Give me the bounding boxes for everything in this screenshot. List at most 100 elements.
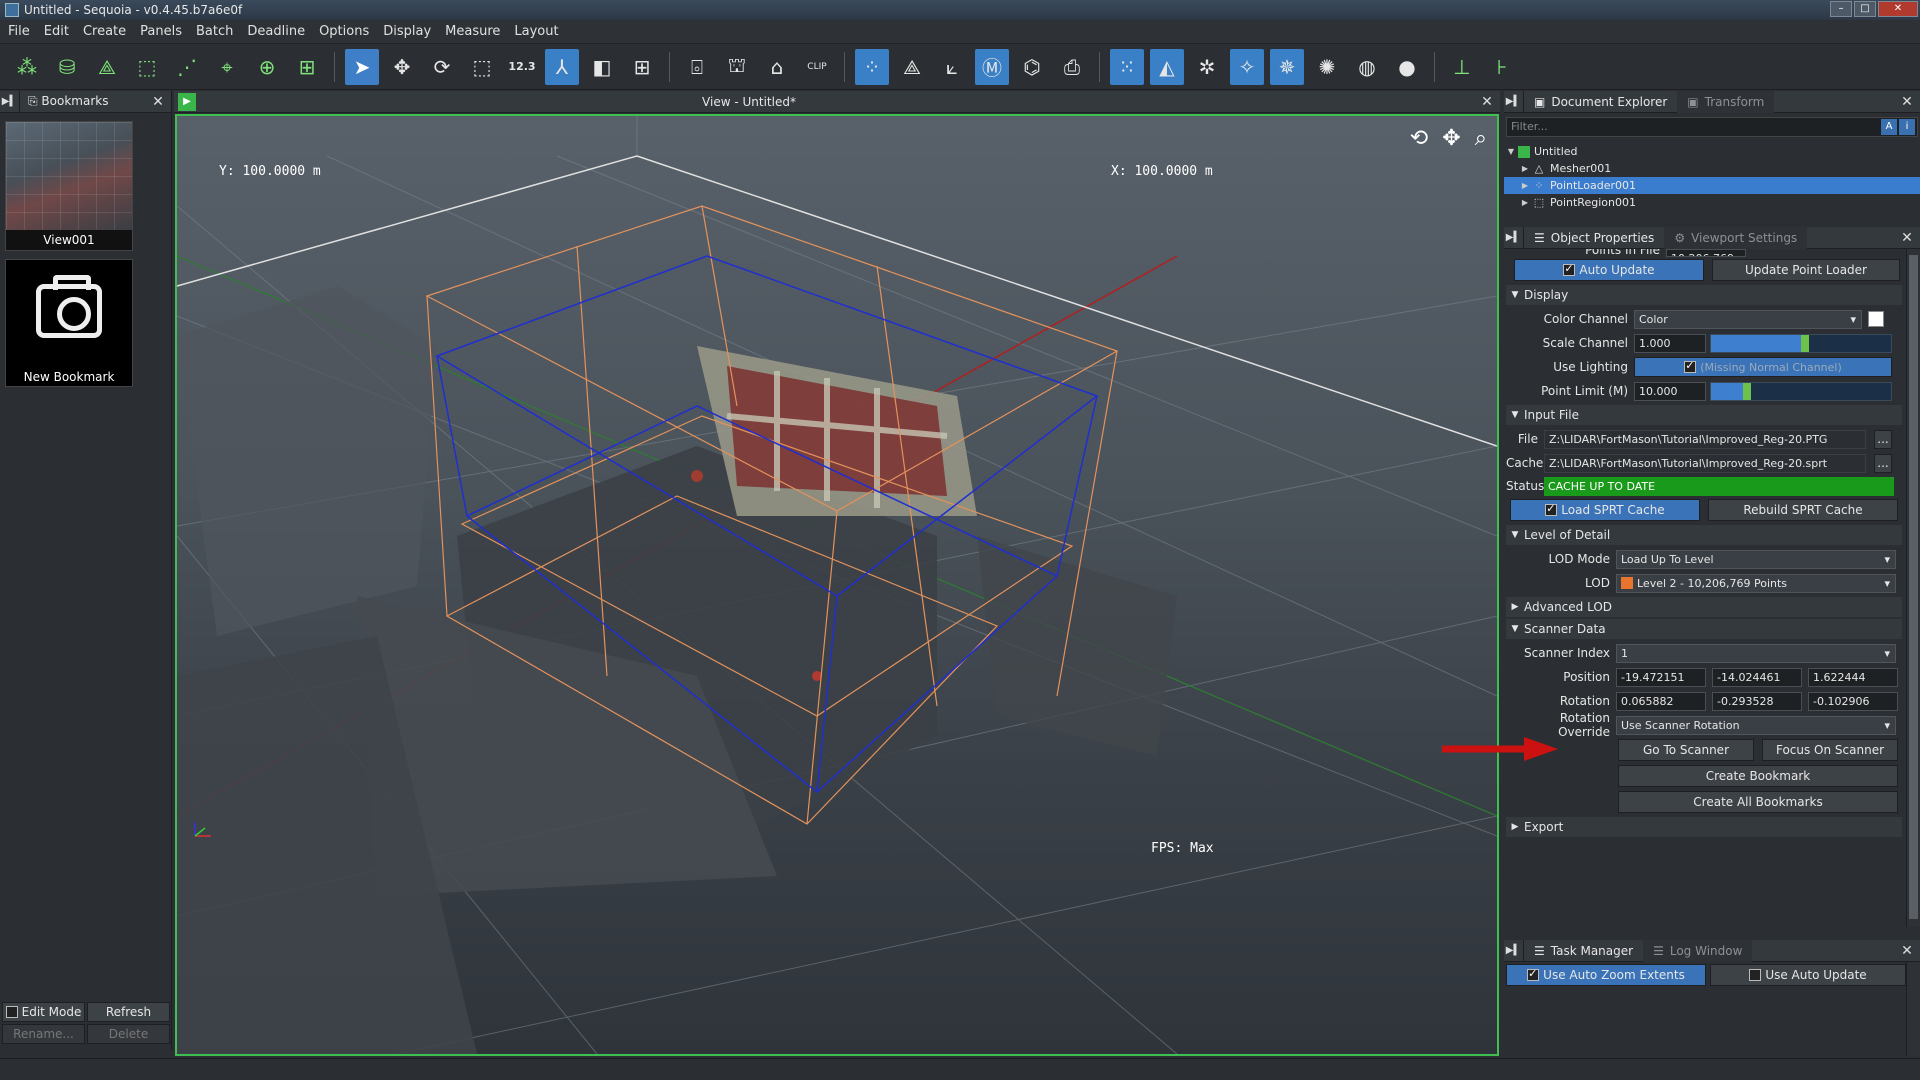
filter-info-icon[interactable]: i — [1899, 119, 1915, 135]
light-settings-icon[interactable]: ✺ — [1310, 49, 1344, 85]
create-group-icon[interactable]: ⊞ — [290, 49, 324, 85]
go-to-scanner-button[interactable]: Go To Scanner — [1618, 739, 1754, 761]
scale-channel-slider[interactable] — [1710, 333, 1892, 353]
menu-layout[interactable]: Layout — [514, 24, 558, 39]
delete-button[interactable]: Delete — [87, 1024, 170, 1044]
cache-browse-button[interactable]: ... — [1874, 453, 1892, 473]
rotation-y-input[interactable]: -0.293528 — [1712, 691, 1802, 711]
menu-display[interactable]: Display — [383, 24, 431, 39]
show-mesh-wire-icon[interactable]: ⟀ — [935, 49, 969, 85]
tab-viewport-settings[interactable]: ⚙ Viewport Settings — [1664, 227, 1808, 249]
properties-scrollbar[interactable] — [1906, 249, 1920, 927]
panel-toggle-icon[interactable]: ▶▍ — [0, 90, 20, 113]
filter-a-icon[interactable]: A — [1881, 119, 1897, 135]
section-input-file[interactable]: ▼ Input File — [1506, 405, 1902, 425]
rename-button[interactable]: Rename... — [2, 1024, 85, 1044]
box-view-icon[interactable]: ◧ — [585, 49, 619, 85]
point-color-icon[interactable]: ⁙ — [1110, 48, 1144, 85]
filter-input[interactable]: Filter... A i — [1506, 117, 1918, 137]
point-sparkle-icon[interactable]: ✲ — [1190, 49, 1224, 85]
menu-panels[interactable]: Panels — [140, 24, 182, 39]
edit-mode-toggle[interactable]: Edit Mode — [2, 1002, 85, 1022]
maximize-button[interactable]: □ — [1854, 1, 1876, 17]
tree-item-pointloader[interactable]: ▶ ⁘ PointLoader001 — [1504, 177, 1920, 194]
3d-viewport[interactable]: Y: 100.0000 m X: 100.0000 m FPS: Max ⟲ ✥… — [175, 114, 1499, 1056]
position-x-input[interactable]: -19.472151 — [1616, 667, 1706, 687]
orbit-icon[interactable]: ⟲ — [1410, 126, 1428, 151]
create-transform-icon[interactable]: ⌖ — [210, 49, 244, 85]
menu-create[interactable]: Create — [83, 24, 126, 39]
point-limit-slider[interactable] — [1710, 381, 1892, 401]
create-sampler-icon[interactable]: ⋰ — [170, 49, 204, 85]
close-window-button[interactable]: ✕ — [1878, 1, 1918, 17]
bookmark-view001[interactable]: View001 — [5, 121, 133, 251]
show-bounds-icon[interactable]: ⌬ — [1015, 49, 1049, 85]
building-icon[interactable]: ⌂ — [760, 49, 794, 85]
close-icon[interactable]: ✕ — [149, 93, 167, 111]
rebuild-sprt-cache-button[interactable]: Rebuild SPRT Cache — [1708, 499, 1898, 521]
grid-view-icon[interactable]: ⊞ — [625, 49, 659, 85]
refresh-button[interactable]: Refresh — [87, 1002, 170, 1022]
section-scanner-data[interactable]: ▼ Scanner Data — [1506, 619, 1902, 639]
update-point-loader-button[interactable]: Update Point Loader — [1712, 259, 1900, 281]
close-icon[interactable]: ✕ — [1898, 229, 1916, 247]
close-icon[interactable]: ✕ — [1898, 942, 1916, 960]
section-level-of-detail[interactable]: ▼ Level of Detail — [1506, 525, 1902, 545]
point-limit-input[interactable]: 10.000 — [1634, 381, 1706, 401]
menu-options[interactable]: Options — [319, 24, 369, 39]
show-mesh-icon[interactable]: ⟁ — [895, 49, 929, 85]
menu-measure[interactable]: Measure — [445, 24, 500, 39]
show-markers-icon[interactable]: Ⓜ — [975, 48, 1009, 85]
select-tool-icon[interactable]: ➤ — [345, 48, 379, 85]
origin-icon[interactable]: ⊦ — [1485, 49, 1519, 85]
minimize-button[interactable]: – — [1830, 1, 1852, 17]
position-y-input[interactable]: -14.024461 — [1712, 667, 1802, 687]
rotation-z-input[interactable]: -0.102906 — [1808, 691, 1898, 711]
file-browse-button[interactable]: ... — [1874, 429, 1892, 449]
sphere-icon[interactable]: ● — [1390, 49, 1424, 85]
numeric-tool-icon[interactable]: 12.3 — [505, 49, 539, 85]
scale-channel-input[interactable]: 1.000 — [1634, 333, 1706, 353]
tree-item-mesher[interactable]: ▶ △ Mesher001 — [1504, 160, 1920, 177]
close-icon[interactable]: ✕ — [1898, 93, 1916, 111]
cache-path-input[interactable]: Z:\LIDAR\FortMason\Tutorial\Improved_Reg… — [1544, 453, 1866, 473]
axis-tool-icon[interactable]: ⅄ — [545, 48, 579, 85]
rotation-x-input[interactable]: 0.065882 — [1616, 691, 1706, 711]
task-scrollbar[interactable] — [1906, 962, 1920, 1056]
globe-icon[interactable]: ◍ — [1350, 49, 1384, 85]
tab-document-explorer[interactable]: ▣ Document Explorer — [1524, 91, 1677, 113]
lod-dropdown[interactable]: Level 2 - 10,206,769 Points — [1616, 573, 1896, 593]
use-auto-update-toggle[interactable]: Use Auto Update — [1710, 964, 1906, 986]
menu-file[interactable]: File — [8, 24, 30, 39]
tab-transform[interactable]: ▣ Transform — [1677, 90, 1775, 113]
lod-mode-dropdown[interactable]: Load Up To Level — [1616, 549, 1896, 569]
tree-item-untitled[interactable]: ▼ Untitled — [1504, 143, 1920, 160]
pan-icon[interactable]: ✥ — [1442, 126, 1460, 151]
section-display[interactable]: ▼ Display — [1506, 285, 1902, 305]
tab-object-properties[interactable]: ☰ Object Properties — [1524, 227, 1664, 249]
camera-align-icon[interactable]: ⛫ — [720, 49, 754, 85]
tab-task-manager[interactable]: ☰ Task Manager — [1524, 940, 1643, 962]
scale-tool-icon[interactable]: ⬚ — [465, 49, 499, 85]
use-lighting-toggle[interactable]: (Missing Normal Channel) — [1634, 357, 1892, 377]
create-bookmark-button[interactable]: Create Bookmark — [1618, 765, 1898, 787]
color-channel-dropdown[interactable]: Color — [1634, 309, 1862, 329]
show-cameras-icon[interactable]: ⎙ — [1055, 49, 1089, 85]
expand-icon[interactable]: ▼ — [1504, 147, 1518, 156]
new-bookmark-button[interactable]: New Bookmark — [5, 259, 133, 387]
zoom-icon[interactable]: ⌕ — [1475, 126, 1487, 151]
expand-icon[interactable]: ▶ — [1518, 181, 1532, 190]
mesh-shaded-icon[interactable]: ◭ — [1150, 48, 1184, 85]
position-z-input[interactable]: 1.622444 — [1808, 667, 1898, 687]
create-region-icon[interactable]: ⬚ — [130, 49, 164, 85]
focus-on-scanner-button[interactable]: Focus On Scanner — [1762, 739, 1898, 761]
section-export[interactable]: ▶ Export — [1506, 817, 1902, 837]
load-sprt-cache-toggle[interactable]: Load SPRT Cache — [1510, 499, 1700, 521]
menu-batch[interactable]: Batch — [196, 24, 233, 39]
auto-zoom-extents-toggle[interactable]: Use Auto Zoom Extents — [1506, 964, 1706, 986]
create-mesher-icon[interactable]: ⟁ — [90, 49, 124, 85]
create-points-icon[interactable]: ⁂ — [10, 49, 44, 85]
show-points-icon[interactable]: ⁘ — [855, 48, 889, 85]
create-all-bookmarks-button[interactable]: Create All Bookmarks — [1618, 791, 1898, 813]
clip-tool-icon[interactable]: CLIP — [800, 49, 834, 85]
